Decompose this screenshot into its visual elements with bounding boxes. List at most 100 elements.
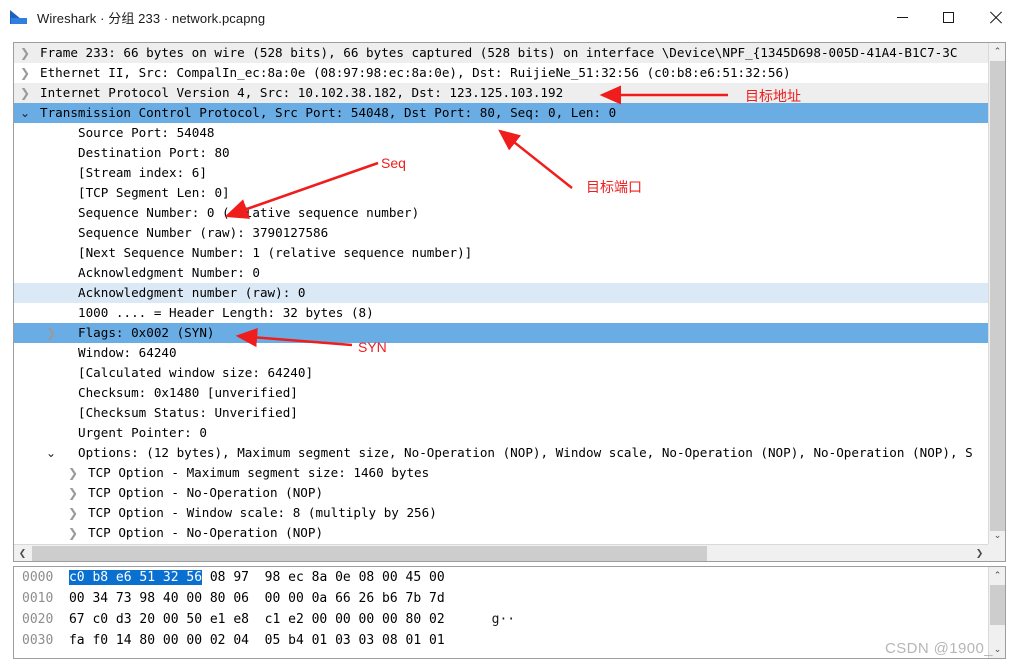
hex-offset: 0020 (22, 612, 54, 627)
chevron-right-icon[interactable]: ❯ (62, 523, 84, 543)
scroll-up-icon[interactable]: ⌃ (989, 43, 1005, 60)
detail-tree-row[interactable]: Urgent Pointer: 0 (14, 423, 988, 443)
detail-tree-row-label: Checksum: 0x1480 [unverified] (78, 385, 298, 400)
detail-tree-row[interactable]: ❯ TCP Option - No-Operation (NOP) (14, 483, 988, 503)
chevron-right-icon[interactable]: ❯ (14, 83, 36, 103)
hex-bytes-group-b[interactable]: 00 00 0a 66 26 b6 7b 7d (265, 591, 445, 606)
chevron-right-icon[interactable]: ❯ (40, 323, 62, 343)
hex-bytes-group-b[interactable]: 05 b4 01 03 03 08 01 01 (265, 633, 445, 648)
bytes-vscroll-thumb[interactable] (990, 585, 1005, 625)
detail-tree-row-label: 1000 .... = Header Length: 32 bytes (8) (78, 305, 374, 320)
detail-tree-row[interactable]: ⌄ Options: (12 bytes), Maximum segment si… (14, 443, 988, 463)
chevron-right-icon[interactable]: ❯ (62, 463, 84, 483)
detail-tree-row[interactable]: Checksum: 0x1480 [unverified] (14, 383, 988, 403)
hex-dump-row[interactable]: 0030 fa f0 14 80 00 00 02 04 05 b4 01 03… (14, 630, 1005, 651)
detail-tree-row-label: Window: 64240 (78, 345, 177, 360)
detail-tree-row[interactable]: ❯ Frame 233: 66 bytes on wire (528 bits),… (14, 43, 988, 63)
detail-tree-row-label: Frame 233: 66 bytes on wire (528 bits), … (40, 45, 958, 60)
hex-bytes-group-a[interactable]: 08 97 (202, 570, 249, 585)
hex-dump-row[interactable]: 0020 67 c0 d3 20 00 50 e1 e8 c1 e2 00 00… (14, 609, 1005, 630)
hex-bytes-group-b[interactable]: c1 e2 00 00 00 00 80 02 (265, 612, 445, 627)
maximize-button[interactable] (925, 0, 971, 34)
hex-ascii: g·· (491, 612, 516, 627)
detail-tree-row-label: [TCP Segment Len: 0] (78, 185, 230, 200)
detail-horizontal-scrollbar[interactable]: ❮ ❯ (14, 544, 988, 561)
detail-tree-row[interactable]: [Stream index: 6] (14, 163, 988, 183)
detail-tree-row[interactable]: ❯ TCP Option - Maximum segment size: 1460… (14, 463, 988, 483)
wireshark-packet-detail-window: Wireshark · 分组 233 · network.pcapng ❯ Fra… (0, 0, 1019, 668)
detail-tree-row-label: Urgent Pointer: 0 (78, 425, 207, 440)
title-bar: Wireshark · 分组 233 · network.pcapng (0, 0, 1019, 34)
chevron-down-icon[interactable]: ⌄ (14, 103, 36, 123)
packet-detail-pane[interactable]: ❯ Frame 233: 66 bytes on wire (528 bits),… (13, 42, 1006, 562)
detail-tree-row-label: Sequence Number: 0 (relative sequence nu… (78, 205, 420, 220)
detail-tree-row[interactable]: Destination Port: 80 (14, 143, 988, 163)
chevron-right-icon[interactable]: ❯ (62, 503, 84, 523)
detail-tree-row-label: Ethernet II, Src: CompalIn_ec:8a:0e (08:… (40, 65, 791, 80)
detail-tree-row[interactable]: Sequence Number (raw): 3790127586 (14, 223, 988, 243)
chevron-right-icon[interactable]: ❯ (62, 483, 84, 503)
detail-tree-row-label: [Next Sequence Number: 1 (relative seque… (78, 245, 473, 260)
detail-tree-row[interactable]: [Next Sequence Number: 1 (relative seque… (14, 243, 988, 263)
hex-dump[interactable]: 0000 c0 b8 e6 51 32 56 08 97 98 ec 8a 0e… (14, 567, 1005, 651)
hex-dump-row[interactable]: 0010 00 34 73 98 40 00 80 06 00 00 0a 66… (14, 588, 1005, 609)
detail-tree-row[interactable]: Source Port: 54048 (14, 123, 988, 143)
detail-tree-row[interactable]: Acknowledgment number (raw): 0 (14, 283, 988, 303)
minimize-icon (896, 16, 908, 18)
chevron-right-icon[interactable]: ❯ (14, 43, 36, 63)
detail-tree-row-label: Options: (12 bytes), Maximum segment siz… (78, 445, 973, 460)
detail-tree-row[interactable]: [TCP Segment Len: 0] (14, 183, 988, 203)
detail-tree-row[interactable]: Window: 64240 (14, 343, 988, 363)
bytes-vertical-scrollbar[interactable]: ⌃ ⌄ (988, 567, 1005, 658)
detail-tree-row[interactable]: [Calculated window size: 64240] (14, 363, 988, 383)
detail-tree-row[interactable]: [Checksum Status: Unverified] (14, 403, 988, 423)
detail-tree-row-label: TCP Option - No-Operation (NOP) (88, 485, 324, 500)
hex-selected-bytes[interactable]: c0 b8 e6 51 32 56 (68, 570, 203, 585)
detail-tree-row-label: Destination Port: 80 (78, 145, 230, 160)
wireshark-fin-icon (10, 9, 28, 25)
detail-tree-row-label: [Checksum Status: Unverified] (78, 405, 298, 420)
hex-offset: 0000 (22, 570, 54, 585)
detail-tree-row[interactable]: ⌄ Transmission Control Protocol, Src Port… (14, 103, 988, 123)
detail-tree-row-label: Acknowledgment number (raw): 0 (78, 285, 306, 300)
detail-tree-row[interactable]: ❯ TCP Option - No-Operation (NOP) (14, 523, 988, 543)
detail-tree-row-label: Source Port: 54048 (78, 125, 215, 140)
detail-hscroll-thumb[interactable] (32, 546, 707, 561)
scroll-down-icon[interactable]: ⌄ (989, 527, 1005, 544)
hex-bytes-group-b[interactable]: 98 ec 8a 0e 08 00 45 00 (265, 570, 445, 585)
hex-bytes-group-a[interactable]: 67 c0 d3 20 00 50 e1 e8 (69, 612, 249, 627)
detail-tree-row[interactable]: ❯ Flags: 0x002 (SYN) (14, 323, 988, 343)
window-controls (879, 0, 1019, 34)
detail-vertical-scrollbar[interactable]: ⌃ ⌄ (988, 43, 1005, 544)
detail-tree-row[interactable]: ❯ TCP Option - Window scale: 8 (multiply … (14, 503, 988, 523)
detail-tree-row-label: [Calculated window size: 64240] (78, 365, 314, 380)
hex-offset: 0010 (22, 591, 54, 606)
detail-tree-row[interactable]: Acknowledgment Number: 0 (14, 263, 988, 283)
hex-bytes-group-a[interactable]: fa f0 14 80 00 00 02 04 (69, 633, 249, 648)
window-title: Wireshark · 分组 233 · network.pcapng (37, 10, 266, 26)
packet-detail-tree[interactable]: ❯ Frame 233: 66 bytes on wire (528 bits),… (14, 43, 988, 543)
close-button[interactable] (971, 0, 1019, 34)
scrollbar-corner (988, 544, 1005, 561)
hex-dump-row[interactable]: 0000 c0 b8 e6 51 32 56 08 97 98 ec 8a 0e… (14, 567, 1005, 588)
scroll-down-icon[interactable]: ⌄ (989, 641, 1005, 658)
detail-tree-row[interactable]: 1000 .... = Header Length: 32 bytes (8) (14, 303, 988, 323)
scroll-left-icon[interactable]: ❮ (14, 545, 31, 561)
detail-tree-row-label: Sequence Number (raw): 3790127586 (78, 225, 329, 240)
scroll-right-icon[interactable]: ❯ (971, 545, 988, 561)
close-icon (989, 11, 1002, 24)
detail-tree-row-label: TCP Option - No-Operation (NOP) (88, 525, 324, 540)
minimize-button[interactable] (879, 0, 925, 34)
hex-bytes-group-a[interactable]: 00 34 73 98 40 00 80 06 (69, 591, 249, 606)
chevron-down-icon[interactable]: ⌄ (40, 443, 62, 463)
detail-tree-row-label: Internet Protocol Version 4, Src: 10.102… (40, 85, 564, 100)
scroll-up-icon[interactable]: ⌃ (989, 567, 1005, 584)
detail-tree-row[interactable]: ❯ Ethernet II, Src: CompalIn_ec:8a:0e (08… (14, 63, 988, 83)
detail-tree-row[interactable]: ❯ Internet Protocol Version 4, Src: 10.10… (14, 83, 988, 103)
detail-tree-row[interactable]: Sequence Number: 0 (relative sequence nu… (14, 203, 988, 223)
packet-bytes-pane[interactable]: 0000 c0 b8 e6 51 32 56 08 97 98 ec 8a 0e… (13, 566, 1006, 659)
detail-vscroll-thumb[interactable] (990, 61, 1005, 531)
chevron-right-icon[interactable]: ❯ (14, 63, 36, 83)
maximize-icon (942, 11, 954, 23)
detail-tree-row-label: [Stream index: 6] (78, 165, 207, 180)
